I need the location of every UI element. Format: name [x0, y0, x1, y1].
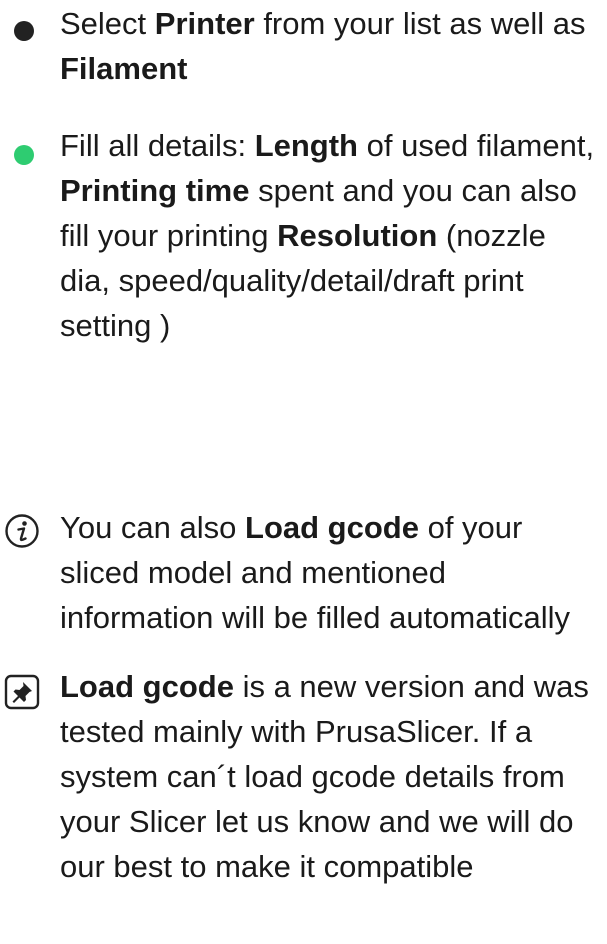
pin-icon — [4, 674, 40, 722]
bold-term: Length — [254, 128, 358, 163]
list-item-text: Load gcode is a new version and was test… — [60, 669, 589, 884]
instruction-list: Select Printer from your list as well as… — [0, 0, 607, 944]
info-icon — [4, 513, 40, 561]
bold-term: Load gcode — [245, 510, 419, 545]
list-item-text: You can also Load gcode of your sliced m… — [60, 510, 571, 635]
list-item-text: Fill all details: Length of used filamen… — [60, 128, 595, 343]
bold-term: Resolution — [277, 218, 438, 253]
bold-term: Load gcode — [60, 669, 234, 704]
green-bullet-icon — [14, 145, 34, 165]
bold-term: Filament — [60, 51, 188, 86]
bold-term: Printing time — [60, 173, 250, 208]
bold-term: Printer — [154, 6, 255, 41]
dark-bullet-icon — [14, 21, 34, 41]
list-item-text: Select Printer from your list as well as… — [60, 6, 586, 86]
